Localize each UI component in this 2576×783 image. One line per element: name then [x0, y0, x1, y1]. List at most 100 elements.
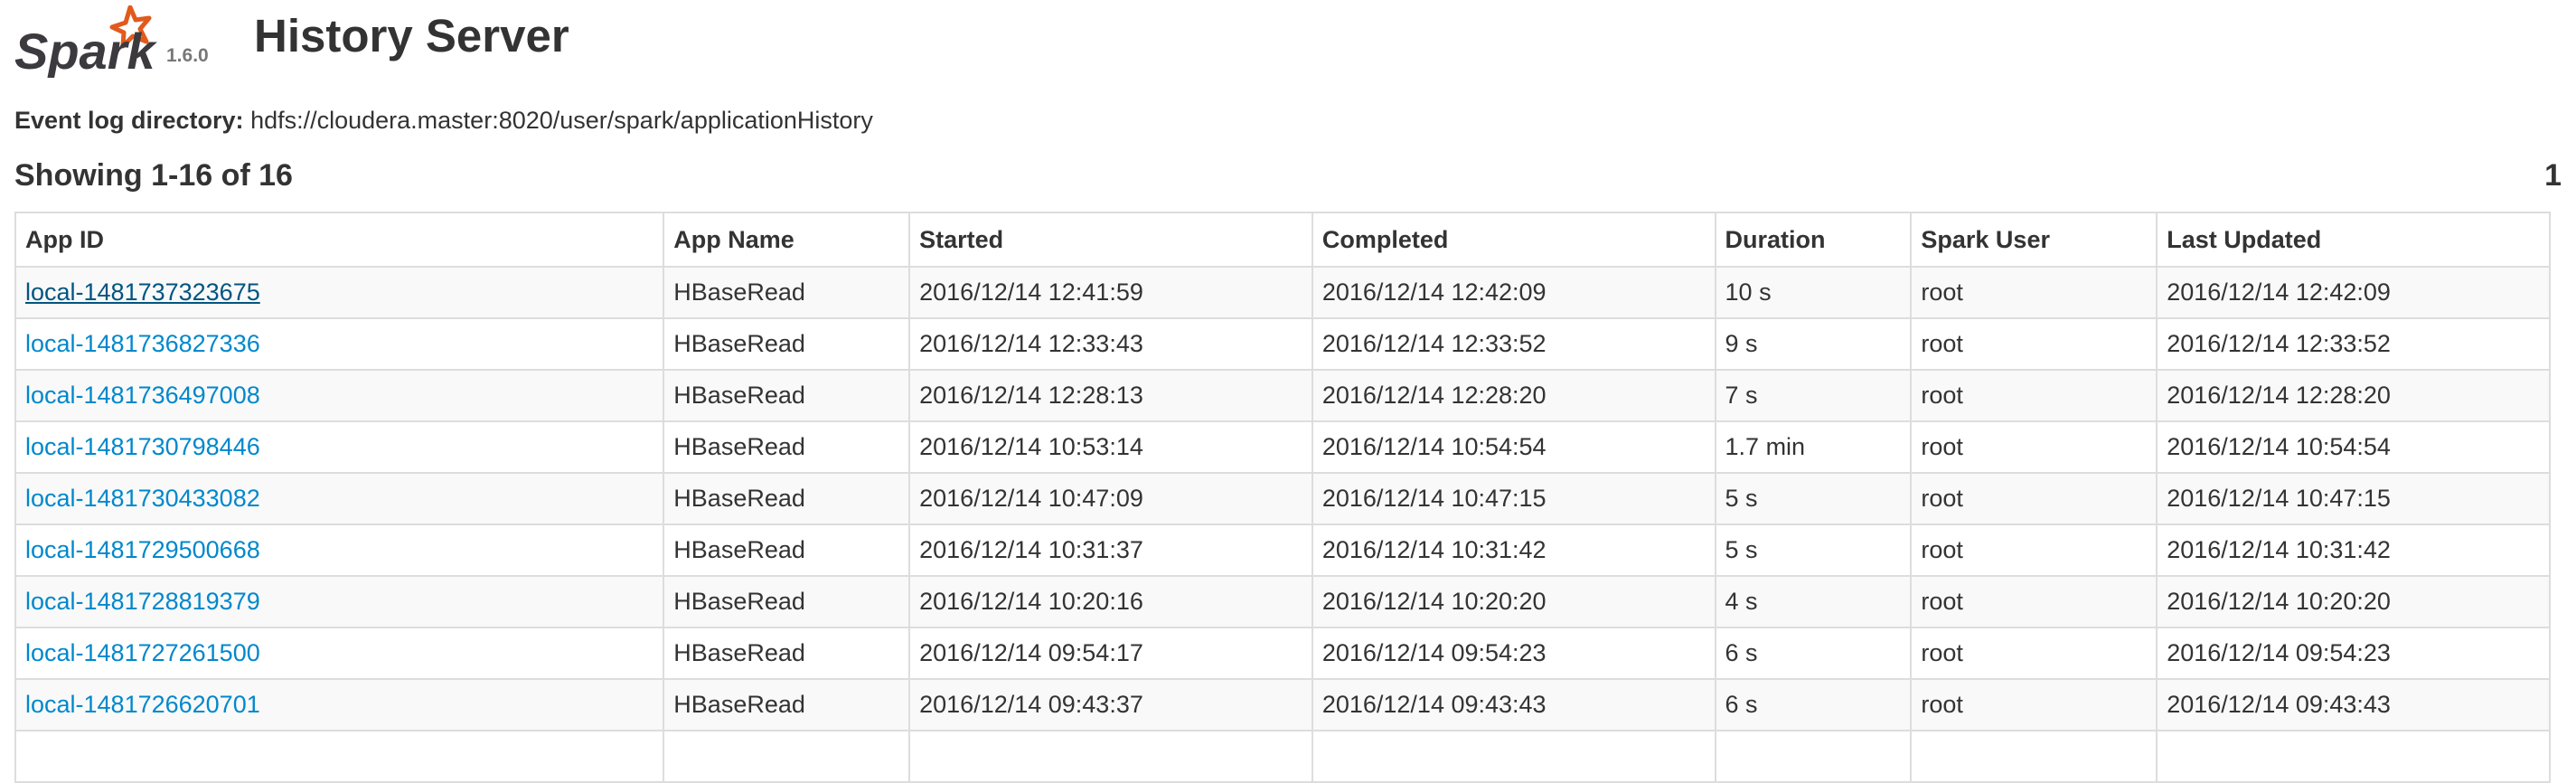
spark-user-cell: root [1910, 369, 2158, 422]
completed-cell: 2016/12/14 09:54:23 [1311, 627, 1716, 680]
duration-cell: 6 s [1714, 678, 1913, 731]
completed-cell [1311, 730, 1716, 783]
app-id-cell: local-1481736827336 [14, 317, 665, 371]
spark-user-cell: root [1910, 420, 2158, 474]
spark-user-cell: root [1910, 627, 2158, 680]
app-id-cell: local-1481729500668 [14, 524, 665, 577]
app-name-cell: HBaseRead [663, 575, 911, 628]
app-id-link[interactable]: local-1481736497008 [25, 382, 260, 409]
app-id-link[interactable]: local-1481726620701 [25, 691, 260, 718]
last-updated-cell [2156, 730, 2551, 783]
app-name-cell: HBaseRead [663, 678, 911, 731]
app-id-cell [14, 730, 665, 783]
showing-count: Showing 1-16 of 16 [14, 158, 293, 193]
column-header-app-name[interactable]: App Name [663, 212, 911, 268]
app-name-cell: HBaseRead [663, 627, 911, 680]
app-id-link[interactable]: local-1481730798446 [25, 433, 260, 460]
app-name-cell [663, 730, 911, 783]
app-id-link[interactable]: local-1481730433082 [25, 485, 260, 512]
started-cell: 2016/12/14 10:31:37 [908, 524, 1313, 577]
app-name-cell: HBaseRead [663, 524, 911, 577]
column-header-app-id[interactable]: App ID [14, 212, 665, 268]
column-header-started[interactable]: Started [908, 212, 1313, 268]
last-updated-cell: 2016/12/14 12:33:52 [2156, 317, 2551, 371]
duration-cell: 7 s [1714, 369, 1913, 422]
table-row: local-1481726620701 HBaseRead 2016/12/14… [14, 678, 2551, 731]
app-id-link[interactable]: local-1481727261500 [25, 639, 260, 666]
completed-cell: 2016/12/14 12:28:20 [1311, 369, 1716, 422]
table-row: local-1481730433082 HBaseRead 2016/12/14… [14, 472, 2551, 525]
app-name-cell: HBaseRead [663, 266, 911, 319]
completed-cell: 2016/12/14 12:33:52 [1311, 317, 1716, 371]
app-name-cell: HBaseRead [663, 420, 911, 474]
started-cell: 2016/12/14 10:20:16 [908, 575, 1313, 628]
started-cell: 2016/12/14 12:33:43 [908, 317, 1313, 371]
table-row: local-1481728819379 HBaseRead 2016/12/14… [14, 575, 2551, 628]
spark-user-cell: root [1910, 472, 2158, 525]
table-row: local-1481736497008 HBaseRead 2016/12/14… [14, 369, 2551, 422]
event-log-directory: Event log directory: hdfs://cloudera.mas… [14, 107, 873, 135]
spark-logo[interactable]: Spark [14, 5, 168, 78]
started-cell: 2016/12/14 10:53:14 [908, 420, 1313, 474]
spark-user-cell: root [1910, 266, 2158, 319]
last-updated-cell: 2016/12/14 12:42:09 [2156, 266, 2551, 319]
duration-cell [1714, 730, 1913, 783]
app-id-cell: local-1481726620701 [14, 678, 665, 731]
completed-cell: 2016/12/14 09:43:43 [1311, 678, 1716, 731]
app-id-cell: local-1481728819379 [14, 575, 665, 628]
table-row: local-1481730798446 HBaseRead 2016/12/14… [14, 420, 2551, 474]
app-id-link[interactable]: local-1481736827336 [25, 330, 260, 357]
spark-logo-text: Spark [14, 23, 157, 78]
started-cell: 2016/12/14 12:28:13 [908, 369, 1313, 422]
table-row: local-1481736827336 HBaseRead 2016/12/14… [14, 317, 2551, 371]
last-updated-cell: 2016/12/14 10:20:20 [2156, 575, 2551, 628]
duration-cell: 10 s [1714, 266, 1913, 319]
last-updated-cell: 2016/12/14 10:31:42 [2156, 524, 2551, 577]
spark-user-cell: root [1910, 678, 2158, 731]
duration-cell: 4 s [1714, 575, 1913, 628]
table-header-row: App ID App Name Started Completed Durati… [14, 212, 2551, 268]
app-id-cell: local-1481727261500 [14, 627, 665, 680]
app-id-link[interactable]: local-1481729500668 [25, 536, 260, 563]
app-id-cell: local-1481730798446 [14, 420, 665, 474]
page-number[interactable]: 1 [2544, 158, 2562, 193]
event-log-label: Event log directory: [14, 107, 244, 134]
spark-user-cell: root [1910, 575, 2158, 628]
column-header-last-updated[interactable]: Last Updated [2156, 212, 2551, 268]
table-row: local-1481737323675 HBaseRead 2016/12/14… [14, 266, 2551, 319]
page-header: Spark 1.6.0 History Server [0, 0, 2576, 108]
duration-cell: 9 s [1714, 317, 1913, 371]
last-updated-cell: 2016/12/14 09:54:23 [2156, 627, 2551, 680]
started-cell: 2016/12/14 10:47:09 [908, 472, 1313, 525]
started-cell: 2016/12/14 09:54:17 [908, 627, 1313, 680]
spark-version: 1.6.0 [166, 45, 209, 66]
column-header-duration[interactable]: Duration [1714, 212, 1913, 268]
app-name-cell: HBaseRead [663, 472, 911, 525]
completed-cell: 2016/12/14 10:20:20 [1311, 575, 1716, 628]
table-row [14, 730, 2551, 783]
duration-cell: 5 s [1714, 472, 1913, 525]
column-header-spark-user[interactable]: Spark User [1910, 212, 2158, 268]
last-updated-cell: 2016/12/14 10:47:15 [2156, 472, 2551, 525]
table-row: local-1481729500668 HBaseRead 2016/12/14… [14, 524, 2551, 577]
last-updated-cell: 2016/12/14 09:43:43 [2156, 678, 2551, 731]
spark-user-cell [1910, 730, 2158, 783]
spark-user-cell: root [1910, 524, 2158, 577]
app-id-cell: local-1481737323675 [14, 266, 665, 319]
applications-table: App ID App Name Started Completed Durati… [14, 212, 2551, 783]
duration-cell: 1.7 min [1714, 420, 1913, 474]
page-title: History Server [254, 10, 569, 61]
column-header-completed[interactable]: Completed [1311, 212, 1716, 268]
completed-cell: 2016/12/14 10:31:42 [1311, 524, 1716, 577]
app-id-link[interactable]: local-1481737323675 [25, 278, 260, 306]
completed-cell: 2016/12/14 10:54:54 [1311, 420, 1716, 474]
duration-cell: 6 s [1714, 627, 1913, 680]
app-id-cell: local-1481736497008 [14, 369, 665, 422]
started-cell: 2016/12/14 09:43:37 [908, 678, 1313, 731]
completed-cell: 2016/12/14 12:42:09 [1311, 266, 1716, 319]
app-id-link[interactable]: local-1481728819379 [25, 588, 260, 615]
last-updated-cell: 2016/12/14 10:54:54 [2156, 420, 2551, 474]
spark-user-cell: root [1910, 317, 2158, 371]
event-log-path: hdfs://cloudera.master:8020/user/spark/a… [250, 107, 873, 134]
started-cell [908, 730, 1313, 783]
